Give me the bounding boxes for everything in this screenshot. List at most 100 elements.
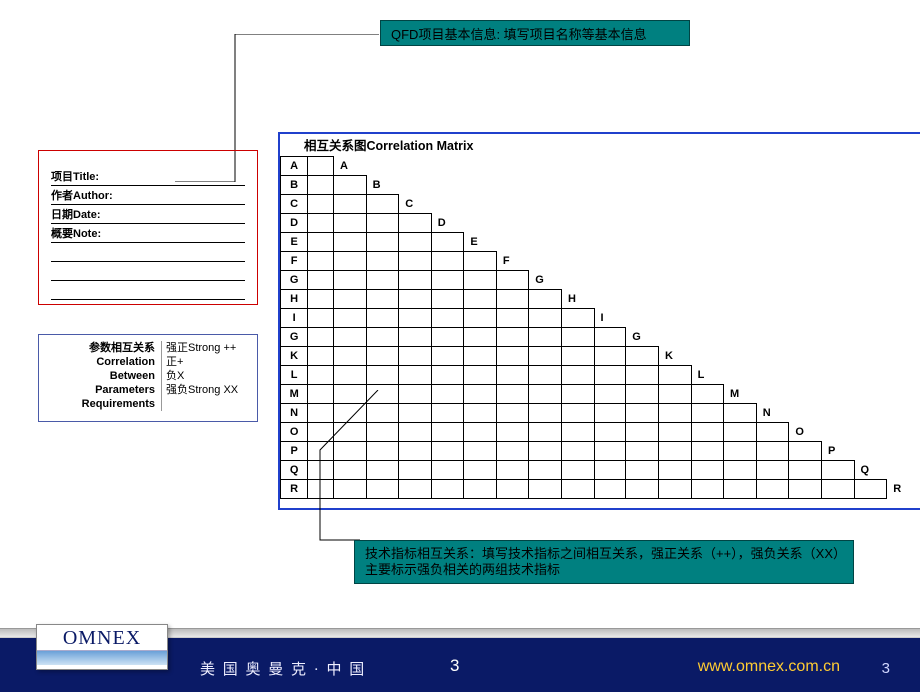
callout-tech-correlation-text: 技术指标相互关系：填写技术指标之间相互关系，强正关系（++），强负关系（XX）主… [365,546,843,578]
matrix-cell [822,480,854,499]
matrix-cell [594,461,626,480]
matrix-diag-label: Q [854,461,887,480]
matrix-cell [334,252,367,271]
matrix-cell [431,442,464,461]
matrix-cell [308,214,334,233]
matrix-cell [308,252,334,271]
matrix-cell [431,404,464,423]
matrix-cell [529,461,562,480]
matrix-cell [399,290,432,309]
matrix-cell [334,366,367,385]
matrix-cell [594,366,626,385]
matrix-cell [594,423,626,442]
matrix-cell [366,480,399,499]
matrix-cell [723,480,756,499]
matrix-cell [399,347,432,366]
legend-levels: 强正Strong ++ 正+ 负X 强负Strong XX [159,335,257,421]
matrix-cell [594,385,626,404]
matrix-row-header: E [281,233,308,252]
matrix-cell [366,423,399,442]
callout-tech-correlation: 技术指标相互关系：填写技术指标之间相互关系，强正关系（++），强负关系（XX）主… [354,540,854,584]
blank-line [51,245,245,262]
matrix-cell [658,366,691,385]
matrix-row-header: N [281,404,308,423]
matrix-cell [334,385,367,404]
field-note: 概要Note: [51,226,245,243]
matrix-cell [464,404,496,423]
matrix-cell [366,290,399,309]
matrix-cell [399,271,432,290]
matrix-cell [366,195,399,214]
matrix-cell [561,328,594,347]
matrix-cell [561,366,594,385]
matrix-cell [691,423,723,442]
matrix-cell [626,385,659,404]
matrix-cell [334,442,367,461]
matrix-diag-label: C [399,195,432,214]
matrix-cell [399,366,432,385]
matrix-cell [399,385,432,404]
matrix-row-header: H [281,290,308,309]
matrix-cell [308,404,334,423]
matrix-cell [334,423,367,442]
blank-line [51,283,245,300]
matrix-cell [308,328,334,347]
matrix-cell [496,423,528,442]
matrix-cell [334,328,367,347]
matrix-cell [308,271,334,290]
matrix-cell [626,404,659,423]
matrix-cell [366,385,399,404]
matrix-diag-label: E [464,233,496,252]
matrix-cell [366,252,399,271]
matrix-cell [308,366,334,385]
matrix-cell [691,461,723,480]
matrix-cell [626,461,659,480]
matrix-cell [496,290,528,309]
matrix-cell [496,309,528,328]
matrix-cell [496,404,528,423]
matrix-cell [529,442,562,461]
matrix-cell [399,328,432,347]
matrix-row-header: Q [281,461,308,480]
matrix-cell [723,423,756,442]
matrix-cell [399,480,432,499]
matrix-cell [366,271,399,290]
matrix-cell [561,385,594,404]
matrix-cell [366,347,399,366]
matrix-row-header: C [281,195,308,214]
matrix-diag-label: R [887,480,920,499]
matrix-cell [431,233,464,252]
matrix-cell [308,309,334,328]
matrix-cell [529,309,562,328]
matrix-cell [626,480,659,499]
omnex-logo-globe [37,650,167,665]
matrix-cell [308,461,334,480]
matrix-cell [756,442,789,461]
matrix-cell [431,480,464,499]
matrix-cell [308,480,334,499]
matrix-diag-label: L [691,366,723,385]
matrix-cell [561,423,594,442]
matrix-cell [366,214,399,233]
matrix-row-header: D [281,214,308,233]
footer-cn-text: 美 国 奥 曼 克 · 中 国 [200,658,366,679]
matrix-cell [334,176,367,195]
matrix-cell [366,461,399,480]
matrix-cell [366,328,399,347]
matrix-cell [334,290,367,309]
matrix-cell [431,347,464,366]
matrix-cell [308,176,334,195]
matrix-cell [561,480,594,499]
matrix-cell [626,442,659,461]
matrix-diag-label: B [366,176,399,195]
field-date: 日期Date: [51,207,245,224]
matrix-cell [431,366,464,385]
matrix-cell [431,309,464,328]
matrix-cell [658,442,691,461]
matrix-cell [334,347,367,366]
matrix-cell [691,442,723,461]
matrix-cell [308,233,334,252]
matrix-cell [496,480,528,499]
matrix-cell [854,480,887,499]
matrix-cell [529,404,562,423]
